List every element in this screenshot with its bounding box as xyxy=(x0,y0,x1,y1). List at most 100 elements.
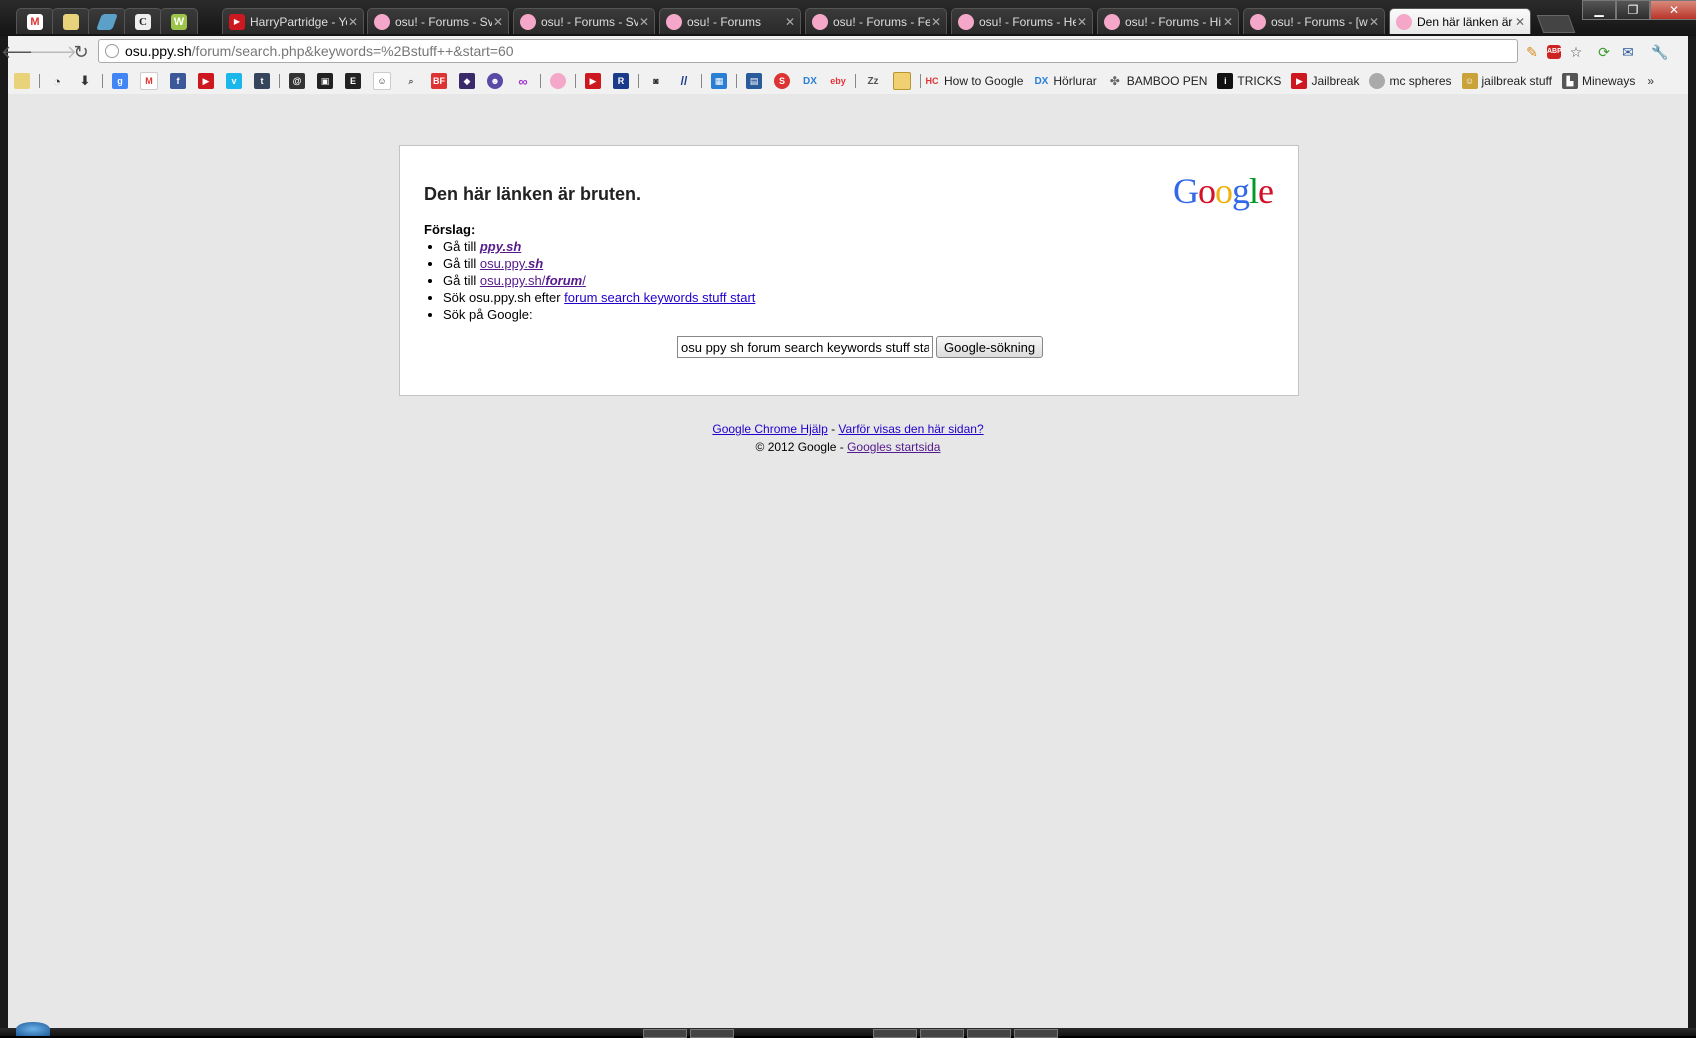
new-tab-button[interactable] xyxy=(1536,15,1576,33)
tab-pinned-gmail[interactable]: M xyxy=(16,8,54,34)
tab-pinned-notes[interactable] xyxy=(52,8,90,34)
tab-pinned-w[interactable]: W xyxy=(160,8,198,34)
close-icon[interactable]: ✕ xyxy=(1514,15,1526,29)
taskbar-button[interactable] xyxy=(1014,1029,1058,1038)
search-input[interactable] xyxy=(677,336,933,358)
youtube-icon[interactable]: ▶ xyxy=(585,73,601,89)
tab-title: osu! - Forums - He xyxy=(979,14,1076,29)
tab[interactable]: osu! - Forums - Sv ✕ xyxy=(513,8,655,34)
suggestion-link-osu-ppy[interactable]: osu.ppy.sh xyxy=(480,256,543,271)
site-search-link[interactable]: forum search keywords stuff start xyxy=(564,290,755,305)
wrench-icon[interactable]: 🔧 xyxy=(1650,42,1670,62)
tumblr-icon[interactable]: t xyxy=(254,73,270,89)
suggestion-link-ppy[interactable]: ppy.sh xyxy=(480,239,521,254)
close-icon[interactable]: ✕ xyxy=(1076,15,1088,29)
globe-icon xyxy=(105,44,119,58)
tab[interactable]: osu! - Forums - Sv ✕ xyxy=(367,8,509,34)
bookmark-horlurar[interactable]: DX Hörlurar xyxy=(1033,73,1096,89)
bookmark-mc-spheres[interactable]: mc spheres xyxy=(1369,73,1452,89)
tab[interactable]: osu! - Forums - Fe ✕ xyxy=(805,8,947,34)
chevron-more-icon[interactable]: » xyxy=(1647,74,1654,88)
tab-pinned-parallelogram[interactable] xyxy=(88,8,126,34)
tab[interactable]: osu! - Forums - Hi ✕ xyxy=(1097,8,1239,34)
bookmark-bamboo-pen[interactable]: ✤ BAMBOO PEN xyxy=(1107,73,1208,89)
close-icon[interactable]: ✕ xyxy=(1222,15,1234,29)
tab-active[interactable]: Den här länken är b ✕ xyxy=(1389,8,1531,34)
clock-icon[interactable]: ◔ xyxy=(49,73,65,89)
gmail-icon[interactable]: M xyxy=(140,72,158,90)
sleep-icon[interactable]: Zz xyxy=(865,73,881,89)
close-icon[interactable]: ✕ xyxy=(930,15,942,29)
close-icon[interactable]: ✕ xyxy=(1368,15,1380,29)
bookmark-separator xyxy=(540,74,541,88)
why-this-page-link[interactable]: Varför visas den här sidan? xyxy=(838,422,983,436)
bf-icon[interactable]: BF xyxy=(431,73,447,89)
chat-icon[interactable]: ▤ xyxy=(746,73,762,89)
flash-icon[interactable]: S xyxy=(774,73,790,89)
folder-icon[interactable] xyxy=(893,72,911,90)
youtube-icon[interactable]: ▶ xyxy=(198,73,214,89)
star-icon[interactable]: ☆ xyxy=(1566,42,1586,62)
suggestion-link-forum[interactable]: osu.ppy.sh/forum/ xyxy=(480,273,586,288)
instapaper-icon[interactable]: ▣ xyxy=(317,73,333,89)
link-part: forum xyxy=(545,273,583,288)
taskbar-button[interactable] xyxy=(643,1029,687,1038)
bookmark-tricks[interactable]: i TRICKS xyxy=(1217,73,1281,89)
tab-pinned-c[interactable]: C xyxy=(124,8,162,34)
game-icon[interactable]: ◆ xyxy=(459,73,475,89)
minimize-button[interactable]: ▁ xyxy=(1582,0,1616,20)
vimeo-icon[interactable]: v xyxy=(226,73,242,89)
taskbar-button[interactable] xyxy=(967,1029,1011,1038)
dx-icon[interactable]: DX xyxy=(802,73,818,89)
forward-button[interactable]: 🡒 xyxy=(29,41,77,63)
picture-icon[interactable]: ▦ xyxy=(711,73,727,89)
google-search-button[interactable]: Google-sökning xyxy=(936,336,1044,358)
taskbar-button[interactable] xyxy=(873,1029,917,1038)
bookmark-jailbreak[interactable]: ▶ Jailbreak xyxy=(1291,73,1359,89)
footer: Google Chrome Hjälp - Varför visas den h… xyxy=(8,420,1688,456)
reload-button[interactable]: ↻ xyxy=(70,41,92,63)
refresh-extension-icon[interactable]: ⟳ xyxy=(1594,42,1614,62)
paint-extension-icon[interactable]: ✎ xyxy=(1522,42,1542,62)
close-icon[interactable]: ✕ xyxy=(347,15,359,29)
facebook-icon[interactable]: f xyxy=(170,73,186,89)
notes-icon[interactable] xyxy=(14,73,30,89)
start-button[interactable] xyxy=(16,1022,50,1036)
close-window-button[interactable]: ✕ xyxy=(1650,0,1696,20)
e-icon[interactable]: E xyxy=(345,73,361,89)
search-icon[interactable]: ⌕ xyxy=(403,73,419,89)
tab[interactable]: osu! - Forums - [w ✕ xyxy=(1243,8,1385,34)
bookmark-how-to-google[interactable]: HC How to Google xyxy=(924,73,1024,89)
bookmark-label: How to Google xyxy=(944,74,1024,88)
tab[interactable]: ▶ HarryPartridge - Yo ✕ xyxy=(222,8,364,34)
close-icon[interactable]: ✕ xyxy=(492,15,504,29)
mail-icon[interactable]: ✉ xyxy=(1618,42,1638,62)
infinity-icon[interactable]: ∞ xyxy=(515,73,531,89)
tab[interactable]: osu! - Forums ✕ xyxy=(659,8,801,34)
tab-strip: M C W ▶ HarryPartridge - Yo ✕ osu! - For… xyxy=(0,0,1696,36)
bookmark-jailbreak-stuff[interactable]: ☺ jailbreak stuff xyxy=(1461,73,1552,89)
close-icon[interactable]: ✕ xyxy=(784,15,796,29)
page-title: Den här länken är bruten. xyxy=(424,184,642,204)
address-bar[interactable]: osu.ppy.sh/forum/search.php&keywords=%2B… xyxy=(98,39,1518,63)
slash-icon[interactable]: // xyxy=(676,73,692,89)
taskbar-button[interactable] xyxy=(920,1029,964,1038)
download-icon[interactable]: ⬇ xyxy=(77,73,93,89)
swirl-icon[interactable]: @ xyxy=(289,73,305,89)
bookmark-mineways[interactable]: ▙ Mineways xyxy=(1561,73,1635,89)
ebay-icon[interactable]: eby xyxy=(830,73,846,89)
robot-icon[interactable]: ◙ xyxy=(648,73,664,89)
tab[interactable]: osu! - Forums - He ✕ xyxy=(951,8,1093,34)
google-home-link[interactable]: Googles startsida xyxy=(847,440,940,454)
restore-button[interactable]: ❐ xyxy=(1616,0,1650,20)
chrome-help-link[interactable]: Google Chrome Hjälp xyxy=(712,422,827,436)
face-icon[interactable]: ☻ xyxy=(487,73,503,89)
adblock-icon[interactable]: ABP xyxy=(1544,42,1564,62)
hc-icon: HC xyxy=(925,76,939,86)
close-icon[interactable]: ✕ xyxy=(638,15,650,29)
reddit-icon[interactable]: ☺ xyxy=(373,72,391,90)
osu-icon[interactable] xyxy=(550,73,566,89)
taskbar-button[interactable] xyxy=(690,1029,734,1038)
google-icon[interactable]: g xyxy=(112,73,128,89)
rbl-icon[interactable]: R xyxy=(613,73,629,89)
